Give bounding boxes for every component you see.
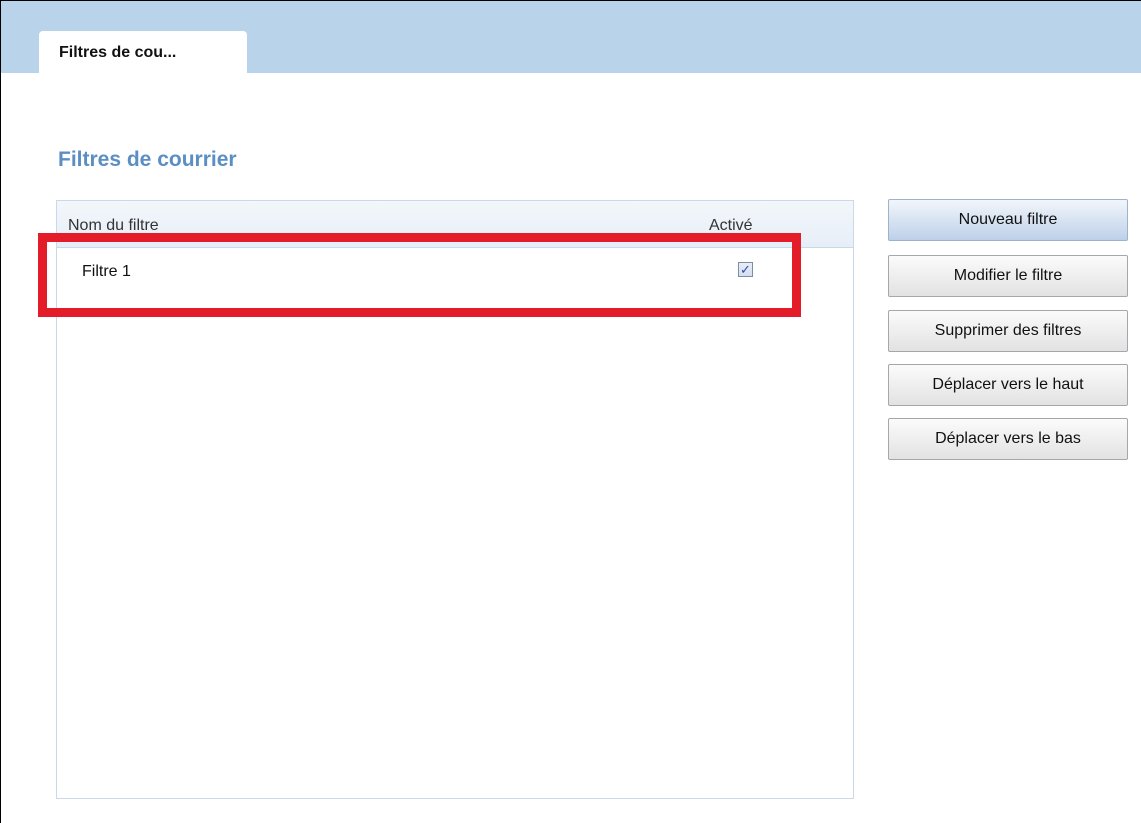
new-filter-button[interactable]: Nouveau filtre xyxy=(888,199,1128,241)
checkbox-checked-icon[interactable]: ✓ xyxy=(738,262,753,277)
edit-filter-button[interactable]: Modifier le filtre xyxy=(888,255,1128,297)
table-row[interactable]: Filtre 1 ✓ xyxy=(57,248,853,298)
list-header: Nom du filtre Activé xyxy=(57,201,853,248)
page-title: Filtres de courrier xyxy=(58,148,237,171)
column-header-active[interactable]: Activé xyxy=(709,217,753,235)
filter-name: Filtre 1 xyxy=(82,263,131,280)
column-header-filter-name[interactable]: Nom du filtre xyxy=(68,217,159,235)
delete-filters-button[interactable]: Supprimer des filtres xyxy=(888,310,1128,352)
move-down-button[interactable]: Déplacer vers le bas xyxy=(888,418,1128,460)
move-up-button[interactable]: Déplacer vers le haut xyxy=(888,364,1128,406)
filter-list: Nom du filtre Activé Filtre 1 ✓ xyxy=(56,200,854,799)
tab-mail-filters[interactable]: Filtres de cou... xyxy=(39,31,247,74)
